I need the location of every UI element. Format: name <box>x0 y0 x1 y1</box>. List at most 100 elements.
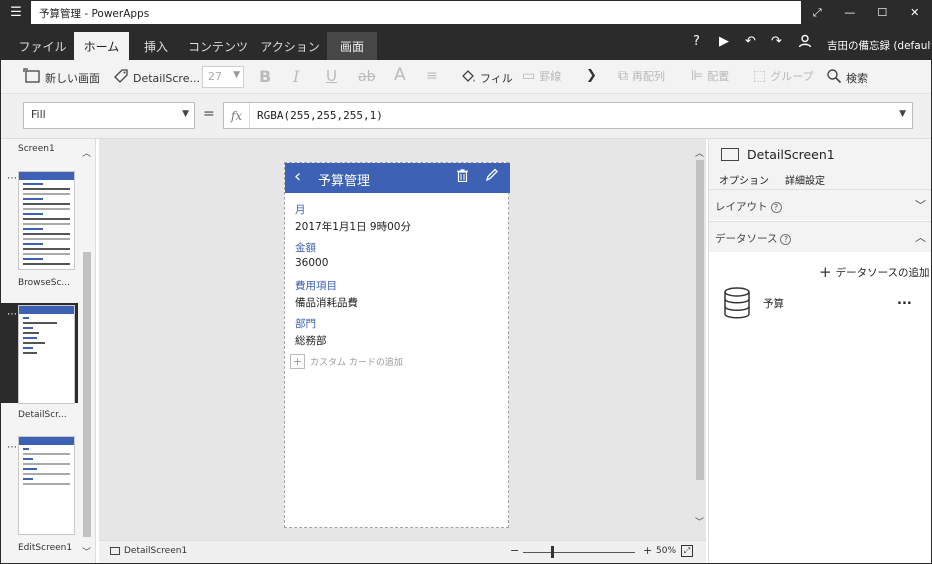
property-select[interactable]: Fill ▼ <box>23 102 195 129</box>
redo-icon[interactable]: ↷ <box>771 34 782 49</box>
window-title: 予算管理 - PowerApps <box>39 8 150 20</box>
app-screen-preview[interactable]: ‹ 予算管理 月 2017年1月1日 9時00分 金額 36000 費用項目 備… <box>284 162 510 528</box>
italic-button[interactable]: I <box>293 67 299 86</box>
field-value-amount[interactable]: 36000 <box>295 257 328 269</box>
search-label: 検索 <box>846 72 868 85</box>
close-button[interactable]: ✕ <box>899 1 932 24</box>
zoom-in-button[interactable]: + <box>643 544 652 557</box>
info-icon[interactable]: ? <box>780 234 792 245</box>
canvas-scrollbar[interactable]: ︿ ﹀ <box>694 144 705 529</box>
current-screen-indicator[interactable]: DetailScreen1 <box>110 546 187 556</box>
maximize-button[interactable]: ☐ <box>866 1 899 24</box>
underline-button[interactable]: U <box>326 67 337 85</box>
group-button[interactable]: ⬚ グループ <box>753 68 814 84</box>
chevron-up-icon[interactable]: ︿ <box>694 146 705 159</box>
new-screen-button[interactable]: 新しい画面 <box>23 68 100 88</box>
zoom-slider[interactable] <box>523 552 635 553</box>
app-title-bar: ‹ 予算管理 <box>285 163 510 193</box>
font-color-button[interactable]: A <box>394 65 406 85</box>
tab-home[interactable]: ホーム <box>74 32 129 60</box>
strikethrough-button[interactable]: ab <box>358 69 375 85</box>
datasource-section-label: データソース? <box>715 231 792 246</box>
search-icon <box>826 68 842 88</box>
chevron-up-icon[interactable]: ︿ <box>81 146 92 159</box>
border-icon: ▭ <box>522 68 536 84</box>
fit-to-window-icon[interactable]: ⤢ <box>681 545 693 557</box>
back-arrow-icon[interactable]: ‹ <box>294 166 301 187</box>
chevron-up-icon[interactable]: ︿ <box>915 229 926 245</box>
app-title: 予算管理 <box>318 174 371 189</box>
user-icon[interactable] <box>798 34 812 52</box>
ribbon-tabs: ファイル ホーム 挿入 コンテンツ アクション 画面 ? ▶ ↶ ↷ 吉田の備忘… <box>1 24 931 60</box>
screen-label-edit[interactable]: EditScreen1 <box>18 543 72 553</box>
more-icon[interactable]: ⋯ <box>7 309 17 320</box>
user-account[interactable]: 吉田の備忘録 (default) <box>827 38 931 53</box>
chevron-down-icon[interactable]: ▼ <box>899 109 906 119</box>
properties-header: DetailScreen1 オプション 詳細設定 <box>709 139 931 191</box>
scrollbar-thumb[interactable] <box>696 160 704 480</box>
layout-section[interactable]: レイアウト? ﹀ <box>709 189 931 220</box>
more-icon[interactable]: ⋯ <box>7 442 17 453</box>
tab-advanced[interactable]: 詳細設定 <box>785 172 825 189</box>
paint-bucket-icon <box>460 68 476 88</box>
formula-input[interactable]: fx RGBA(255,255,255,1) ▼ <box>223 102 913 129</box>
screen-name-label: DetailScre... <box>133 71 200 85</box>
screen-label-screen1[interactable]: Screen1 <box>18 144 55 154</box>
screen-name-button[interactable]: DetailScre... <box>113 68 200 88</box>
bold-button[interactable]: B <box>259 67 271 86</box>
info-icon[interactable]: ? <box>770 202 782 213</box>
selected-control-name[interactable]: DetailScreen1 <box>747 147 835 162</box>
trash-icon[interactable] <box>457 169 468 186</box>
screen-thumbnail-browse[interactable] <box>18 171 75 270</box>
tab-insert[interactable]: 挿入 <box>131 32 181 60</box>
border-button[interactable]: ▭ 罫線 <box>522 68 561 84</box>
align-button[interactable]: ⊫ 配置 <box>691 68 729 84</box>
pencil-icon[interactable] <box>485 168 498 186</box>
minimize-button[interactable]: — <box>834 1 867 24</box>
add-datasource-button[interactable]: + データソースの追加 <box>819 263 930 281</box>
powerapps-window: ☰ 予算管理 - PowerApps ⤢ — ☐ ✕ ファイル ホーム 挿入 コ… <box>0 0 932 564</box>
font-size-select[interactable]: 27 ▼ <box>202 66 244 88</box>
properties-tabs: オプション 詳細設定 <box>709 172 931 191</box>
tab-content[interactable]: コンテンツ <box>183 32 253 60</box>
field-value-expense-item[interactable]: 備品消耗品費 <box>295 295 358 310</box>
tab-file[interactable]: ファイル <box>15 32 70 60</box>
screens-scrollbar[interactable]: ︿ ﹀ <box>81 144 92 559</box>
design-canvas[interactable]: ‹ 予算管理 月 2017年1月1日 9時00分 金額 36000 費用項目 備… <box>99 139 706 563</box>
zoom-out-button[interactable]: − <box>510 544 519 557</box>
field-value-department[interactable]: 総務部 <box>295 333 327 348</box>
datasource-item[interactable]: 予算 ... <box>709 287 931 323</box>
field-value-month[interactable]: 2017年1月1日 9時00分 <box>295 219 411 234</box>
chevron-down-icon[interactable]: ﹀ <box>694 515 705 528</box>
fill-button[interactable]: フィル <box>460 68 513 88</box>
more-icon[interactable]: ⋯ <box>7 173 17 184</box>
scrollbar-thumb[interactable] <box>83 252 91 537</box>
screen-thumbnail-edit[interactable] <box>18 436 75 535</box>
tab-screen[interactable]: 画面 <box>327 32 377 60</box>
zoom-slider-handle[interactable] <box>551 546 554 558</box>
tab-action[interactable]: アクション <box>255 32 325 60</box>
more-chevron-icon[interactable]: ❯ <box>586 68 597 83</box>
chevron-down-icon[interactable]: ﹀ <box>81 545 92 558</box>
fullscreen-icon[interactable]: ⤢ <box>801 1 834 24</box>
help-icon[interactable]: ? <box>693 34 700 49</box>
field-label-expense-item: 費用項目 <box>295 280 337 292</box>
more-options-icon[interactable]: ... <box>897 293 912 308</box>
status-bar: DetailScreen1 − + 50% ⤢ <box>99 540 706 563</box>
chevron-down-icon: ▼ <box>182 109 189 119</box>
reorder-button[interactable]: ⧉ 再配列 <box>618 68 665 84</box>
chevron-down-icon[interactable]: ﹀ <box>915 197 926 213</box>
screen-thumbnail-detail[interactable] <box>18 305 75 404</box>
datasource-section[interactable]: データソース? ︿ <box>709 221 931 252</box>
undo-icon[interactable]: ↶ <box>745 34 756 49</box>
hamburger-menu-icon[interactable]: ☰ <box>1 1 31 24</box>
search-button[interactable]: 検索 <box>826 68 868 88</box>
play-icon[interactable]: ▶ <box>719 34 729 49</box>
formula-bar: Fill ▼ = fx RGBA(255,255,255,1) ▼ <box>1 94 931 139</box>
screen-label-browse[interactable]: BrowseSc... <box>18 278 70 288</box>
formula-text[interactable]: RGBA(255,255,255,1) <box>257 109 383 122</box>
text-align-icon[interactable]: ≡ <box>426 68 438 84</box>
current-screen-name: DetailScreen1 <box>124 546 188 556</box>
add-custom-card-button[interactable]: + カスタム カードの追加 <box>290 354 403 369</box>
screen-label-detail[interactable]: DetailScr... <box>18 410 67 420</box>
